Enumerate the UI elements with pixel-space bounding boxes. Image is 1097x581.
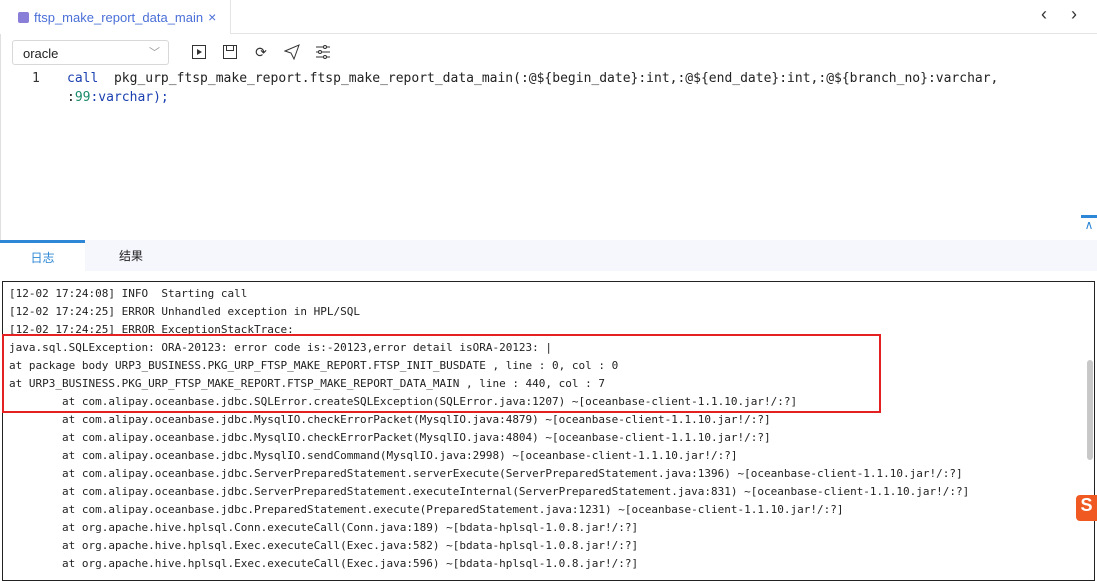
log-line: [12-02 17:24:25] ERROR Unhandled excepti…: [9, 305, 360, 318]
log-line: at org.apache.hive.hplsql.Conn.executeCa…: [9, 521, 639, 534]
code-line-1: call pkg_urp_ftsp_make_report.ftsp_make_…: [67, 69, 998, 88]
send-icon[interactable]: [284, 44, 300, 60]
chevron-down-icon: ﹀: [149, 46, 160, 59]
error-highlight-box: [2, 334, 881, 413]
file-tab-title: ftsp_make_report_data_main: [34, 9, 204, 25]
chevron-left-icon[interactable]: ‹: [1041, 4, 1047, 25]
ime-icon[interactable]: S: [1076, 495, 1097, 521]
tab-results[interactable]: 结果: [85, 240, 177, 271]
log-line: at com.alipay.oceanbase.jdbc.MysqlIO.sen…: [9, 449, 738, 462]
scrollbar[interactable]: [1087, 360, 1093, 460]
log-line: [12-02 17:24:08] INFO Starting call: [9, 287, 248, 300]
keyword: call: [67, 71, 99, 86]
close-icon[interactable]: ×: [208, 9, 216, 25]
log-line: at com.alipay.oceanbase.jdbc.MysqlIO.che…: [9, 431, 771, 444]
divider: [0, 34, 1, 240]
file-tab-bar: ftsp_make_report_data_main × ‹ ›: [0, 0, 1097, 34]
result-panel-tabs: 日志 结果: [0, 240, 1097, 271]
log-line: at com.alipay.oceanbase.jdbc.ServerPrepa…: [9, 485, 970, 498]
chevron-right-icon[interactable]: ›: [1071, 4, 1077, 25]
file-tab[interactable]: ftsp_make_report_data_main ×: [0, 0, 231, 34]
dialect-value: oracle: [23, 45, 59, 61]
log-line: at org.apache.hive.hplsql.Exec.executeCa…: [9, 539, 639, 552]
log-line: at com.alipay.oceanbase.jdbc.PreparedSta…: [9, 503, 844, 516]
dialect-select[interactable]: oracle ﹀: [12, 39, 169, 65]
refresh-icon[interactable]: ⟳: [253, 44, 269, 60]
tab-bar-divider: [231, 33, 1097, 34]
code-line-2: :99:varchar);: [67, 88, 169, 107]
code-text: :varchar);: [90, 90, 169, 105]
tab-log[interactable]: 日志: [0, 240, 85, 271]
collapse-panel-button[interactable]: ∧: [1081, 215, 1097, 240]
line-number: 1: [32, 71, 40, 86]
settings-sliders-icon[interactable]: [315, 44, 331, 60]
toolbar: oracle ﹀ ⟳: [12, 39, 331, 65]
code-text: :: [67, 90, 75, 105]
log-output[interactable]: [12-02 17:24:08] INFO Starting call [12-0…: [2, 281, 1095, 581]
code-text: pkg_urp_ftsp_make_report.ftsp_make_repor…: [98, 71, 999, 86]
log-line: at com.alipay.oceanbase.jdbc.ServerPrepa…: [9, 467, 963, 480]
number: 99: [74, 90, 91, 105]
save-icon[interactable]: [222, 44, 238, 60]
file-icon: [18, 11, 29, 23]
log-line: at org.apache.hive.hplsql.Exec.executeCa…: [9, 557, 639, 570]
run-icon[interactable]: [191, 44, 207, 60]
log-line: at com.alipay.oceanbase.jdbc.MysqlIO.che…: [9, 413, 771, 426]
